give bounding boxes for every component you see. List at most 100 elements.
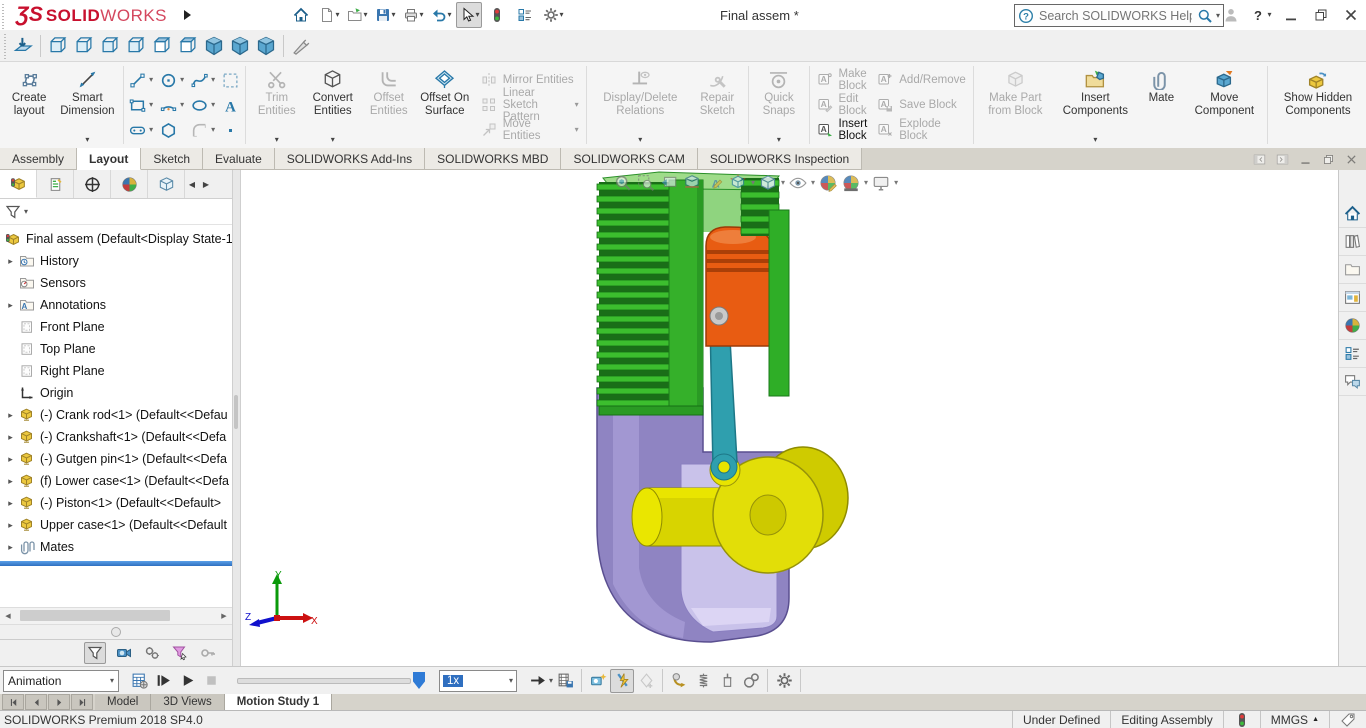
view-left-icon[interactable] (97, 33, 123, 59)
calculate-button[interactable] (127, 669, 151, 693)
panel-tab-scroll-left[interactable]: ◀ (185, 170, 199, 198)
display-style-chevron[interactable]: ▾ (781, 179, 785, 187)
view-dimetric-icon[interactable] (227, 33, 253, 59)
tree-item[interactable]: Sensors (0, 272, 232, 294)
hide-show-items-icon[interactable] (788, 173, 808, 193)
expand-arrow-icon[interactable]: ▸ (3, 256, 18, 267)
view-back-icon[interactable] (71, 33, 97, 59)
probe-tool-icon[interactable] (288, 33, 314, 59)
doc-close-icon[interactable] (1345, 153, 1358, 166)
normal-to-icon[interactable] (10, 33, 36, 59)
collapse-right-pane-icon[interactable] (1276, 153, 1289, 166)
search-icon[interactable] (1197, 8, 1213, 24)
expand-arrow-icon[interactable]: ▸ (3, 410, 18, 421)
motion-panel-splitter[interactable] (0, 624, 232, 639)
tab-assembly[interactable]: Assembly (0, 148, 78, 170)
line-tool[interactable]: ▾ (127, 68, 158, 93)
filter-driving-icon[interactable] (142, 643, 162, 663)
rectangle-tool[interactable]: ▾ (127, 93, 158, 118)
close-button[interactable] (1337, 2, 1365, 28)
arc-tool[interactable]: ▾ (158, 93, 189, 118)
panel-tab-scroll-right[interactable]: ▶ (199, 170, 213, 198)
tab-feature-manager[interactable] (0, 170, 37, 198)
play-button[interactable] (175, 669, 199, 693)
tree-item[interactable]: ▸ (-) Gutgen pin<1> (Default<<Defa (0, 448, 232, 470)
expand-arrow-icon[interactable]: ▸ (3, 476, 18, 487)
minimize-button[interactable] (1277, 2, 1305, 28)
doc-tab-motion-study-1[interactable]: Motion Study 1 (224, 694, 333, 710)
insert-components-button[interactable]: Insert Components ▾ (1053, 63, 1137, 147)
help-button[interactable]: ? ▾ (1247, 2, 1275, 28)
zoom-to-area-icon[interactable] (636, 173, 656, 193)
expand-arrow-icon[interactable]: ▸ (3, 498, 18, 509)
scroll-left-icon[interactable]: ◀ (0, 612, 16, 620)
expand-arrow-icon[interactable]: ▸ (3, 300, 18, 311)
view-palette-icon[interactable] (1339, 284, 1366, 312)
apply-scene-chevron[interactable]: ▾ (864, 179, 868, 187)
point-tool[interactable] (220, 118, 241, 143)
login-button[interactable] (1217, 2, 1245, 28)
tree-item[interactable]: Right Plane (0, 360, 232, 382)
animation-wizard-button[interactable] (586, 669, 610, 693)
tab-configuration-manager[interactable] (74, 170, 111, 198)
save-animation-button[interactable] (553, 669, 577, 693)
tree-item[interactable]: Origin (0, 382, 232, 404)
tab-display-manager[interactable] (148, 170, 185, 198)
expand-arrow-icon[interactable]: ▸ (3, 432, 18, 443)
view-trimetric-icon[interactable] (253, 33, 279, 59)
tree-item[interactable]: ▸ Upper case<1> (Default<<Default (0, 514, 232, 536)
contact-button[interactable] (739, 669, 763, 693)
tree-item[interactable]: ▸ Mates (0, 536, 232, 558)
sketch-text-tool[interactable]: A (220, 93, 241, 118)
toolbar-flyout-button[interactable] (174, 2, 200, 28)
tree-item[interactable]: ▸ (f) Lower case<1> (Default<<Defa (0, 470, 232, 492)
expand-arrow-icon[interactable]: ▸ (3, 542, 18, 553)
options-button[interactable]: ▾ (540, 2, 566, 28)
damper-button[interactable] (715, 669, 739, 693)
hide-show-items-chevron[interactable]: ▾ (811, 179, 815, 187)
view-orientation-icon[interactable] (728, 173, 748, 193)
dynamic-annotation-views-icon[interactable]: A (705, 173, 725, 193)
zoom-to-fit-icon[interactable] (613, 173, 633, 193)
nav-first-icon[interactable] (2, 694, 24, 710)
tab-sketch[interactable]: Sketch (141, 148, 204, 170)
view-orientation-chevron[interactable]: ▾ (751, 179, 755, 187)
timeline-marker[interactable] (413, 672, 425, 689)
units-selector[interactable]: MMGS ▲ (1259, 711, 1329, 728)
file-explorer-icon[interactable] (1339, 256, 1366, 284)
view-settings-chevron[interactable]: ▾ (894, 179, 898, 187)
design-library-icon[interactable] (1339, 228, 1366, 256)
mate-button[interactable]: Mate (1137, 63, 1185, 147)
filter-funnel-icon[interactable] (5, 204, 21, 220)
view-isometric-icon[interactable] (201, 33, 227, 59)
tab-dimxpert-manager[interactable] (111, 170, 148, 198)
section-view-icon[interactable] (682, 173, 702, 193)
edit-appearance-icon[interactable] (818, 173, 838, 193)
expand-arrow-icon[interactable]: ▸ (3, 520, 18, 531)
filter-selected-icon[interactable] (170, 643, 190, 663)
scrollbar-thumb[interactable] (20, 610, 170, 621)
doc-tab-3d-views[interactable]: 3D Views (151, 694, 225, 710)
doc-minimize-icon[interactable] (1299, 153, 1312, 166)
home-button[interactable] (288, 2, 314, 28)
appearances-scenes-icon[interactable] (1339, 312, 1366, 340)
tree-item[interactable]: ▸ (-) Piston<1> (Default<<Default> (0, 492, 232, 514)
file-properties-button[interactable] (512, 2, 538, 28)
circle-tool[interactable]: ▾ (158, 68, 189, 93)
slot-tool[interactable]: ▾ (127, 118, 158, 143)
nav-prev-icon[interactable] (25, 694, 47, 710)
scroll-right-icon[interactable]: ▶ (216, 612, 232, 620)
custom-properties-icon[interactable] (1339, 340, 1366, 368)
view-bottom-icon[interactable] (175, 33, 201, 59)
graphics-viewport[interactable]: A ▾ ▾ ▾ ▾ ▾ (241, 170, 1338, 666)
study-type-select[interactable]: Animation ▾ (3, 669, 119, 692)
doc-tab-model[interactable]: Model (95, 694, 152, 710)
search-box[interactable]: ? ▾ (1014, 4, 1224, 27)
tab-solidworks-mbd[interactable]: SOLIDWORKS MBD (425, 148, 562, 170)
tree-item[interactable]: Front Plane (0, 316, 232, 338)
solidworks-resources-icon[interactable] (1339, 200, 1366, 228)
search-input[interactable] (1037, 7, 1194, 24)
playback-speed-select[interactable]: 1x ▾ (439, 669, 517, 692)
doc-restore-icon[interactable] (1322, 153, 1335, 166)
offset-on-surface-button[interactable]: Offset On Surface (416, 63, 474, 147)
